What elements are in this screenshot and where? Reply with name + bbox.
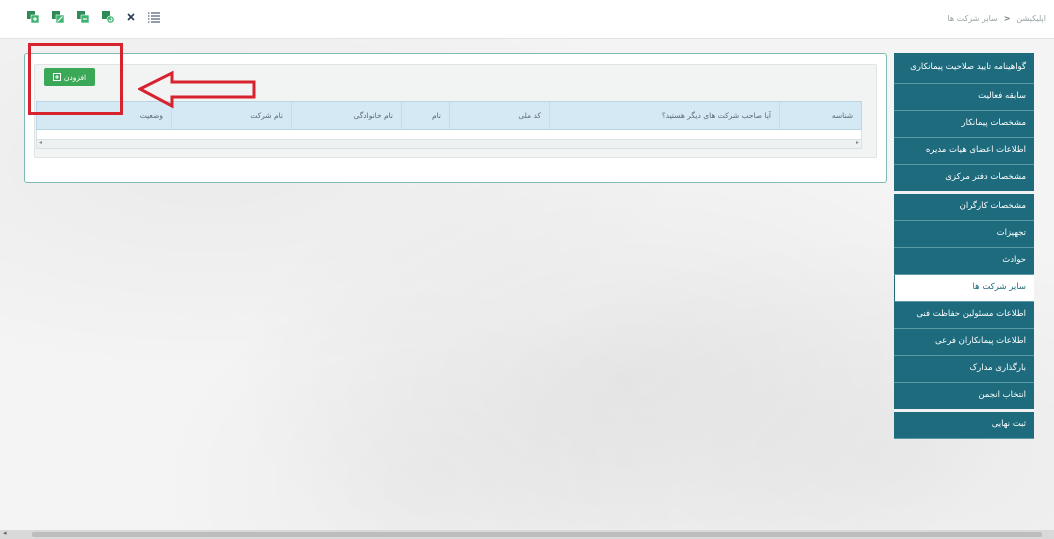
toolbar <box>26 10 161 24</box>
scrollbar-thumb[interactable] <box>32 532 1042 537</box>
scroll-right-icon[interactable]: ▸ <box>856 139 859 146</box>
breadcrumb-current: سایر شرکت ها <box>947 14 998 23</box>
close-icon[interactable] <box>126 12 136 22</box>
column-header-id[interactable]: شناسه <box>779 102 861 129</box>
breadcrumb: اپلیکیشن < سایر شرکت ها <box>947 14 1046 23</box>
list-icon[interactable] <box>147 10 161 24</box>
sidebar-item-accidents[interactable]: حوادث <box>894 248 1034 275</box>
column-header-last-name[interactable]: نام خانوادگی <box>291 102 401 129</box>
grid-body <box>36 130 862 140</box>
sidebar-item-workers[interactable]: مشخصات کارگران <box>894 194 1034 221</box>
sidebar-item-select-association[interactable]: انتخاب انجمن <box>894 383 1034 412</box>
breadcrumb-separator: < <box>1003 14 1011 23</box>
column-header-owns-other-companies[interactable]: آیا صاحب شرکت های دیگر هستید؟ <box>549 102 779 129</box>
sidebar-item-contractor-certificate[interactable]: گواهینامه تایید صلاحیت پیمانکاری <box>894 53 1034 84</box>
annotation-arrow-icon <box>138 70 256 109</box>
sidebar-item-subcontractors[interactable]: اطلاعات پیمانکاران فرعی <box>894 329 1034 356</box>
sidebar-item-safety-officers[interactable]: اطلاعات مسئولین حفاظت فنی <box>894 302 1034 329</box>
sidebar-item-board-members[interactable]: اطلاعات اعضای هیات مدیره <box>894 138 1034 165</box>
breadcrumb-root[interactable]: اپلیکیشن <box>1016 14 1046 23</box>
column-header-national-code[interactable]: کد ملی <box>449 102 549 129</box>
sidebar-item-upload-documents[interactable]: بارگذاری مدارک <box>894 356 1034 383</box>
grid-refresh-icon[interactable] <box>101 10 115 24</box>
sidebar-item-head-office[interactable]: مشخصات دفتر مرکزی <box>894 165 1034 194</box>
highlight-box <box>28 43 123 115</box>
sidebar-nav: گواهینامه تایید صلاحیت پیمانکاری سابقه ف… <box>894 53 1034 439</box>
grid-copy-icon[interactable] <box>76 10 90 24</box>
grid-edit-icon[interactable] <box>51 10 65 24</box>
grid-horizontal-scrollbar[interactable]: ▸ ◂ <box>36 139 862 149</box>
sidebar-item-activity-history[interactable]: سابقه فعالیت <box>894 84 1034 111</box>
grid-add-icon[interactable] <box>26 10 40 24</box>
sidebar-item-equipment[interactable]: تجهیزات <box>894 221 1034 248</box>
top-bar: اپلیکیشن < سایر شرکت ها <box>0 0 1054 39</box>
scroll-left-arrow-icon[interactable]: ◂ <box>3 529 7 537</box>
sidebar-item-other-companies[interactable]: سایر شرکت ها <box>894 275 1034 302</box>
column-header-first-name[interactable]: نام <box>401 102 449 129</box>
scroll-left-icon[interactable]: ◂ <box>39 139 42 146</box>
page-horizontal-scrollbar[interactable]: ◂ <box>0 529 1054 539</box>
sidebar-item-final-submit[interactable]: ثبت نهایی <box>894 412 1034 439</box>
sidebar-item-contractor-details[interactable]: مشخصات پیمانکار <box>894 111 1034 138</box>
